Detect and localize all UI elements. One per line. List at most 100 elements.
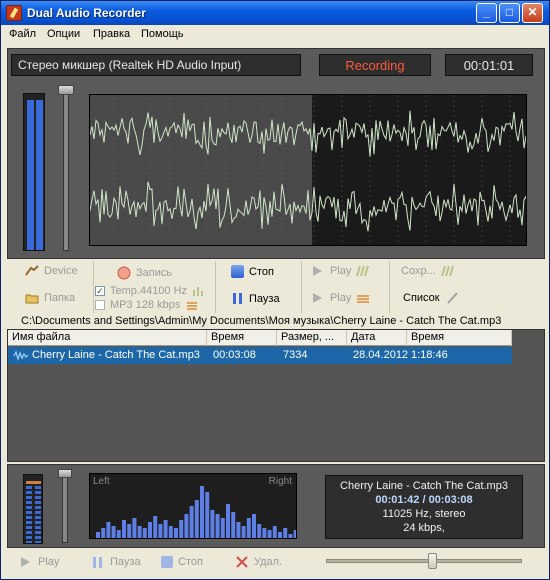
track-title: Cherry Laine - Catch The Cat.mp3 (340, 480, 508, 492)
record-button[interactable]: Запись (117, 266, 172, 280)
play-icon (21, 557, 30, 567)
list-arrow-icon (446, 292, 458, 304)
close-button[interactable]: ✕ (522, 3, 543, 23)
list-button[interactable]: Список (403, 292, 459, 304)
menu-help[interactable]: Помощь (141, 28, 184, 40)
input-volume-knob[interactable] (58, 85, 74, 95)
folder-button[interactable]: Папка (25, 292, 75, 304)
pause-button[interactable]: Пауза (231, 292, 280, 305)
timer-display: 00:01:01 (445, 54, 533, 76)
spectrum-bar (205, 492, 210, 538)
spectrum-bar (226, 504, 230, 538)
format-temp-option[interactable]: ✓ Temp.44100 Hz (95, 285, 206, 297)
format-temp-checkbox[interactable]: ✓ (95, 286, 105, 296)
separator (215, 261, 216, 313)
player-pause-button[interactable]: Пауза (91, 556, 141, 568)
output-volume-knob[interactable] (58, 469, 72, 478)
spectrum-bar (116, 530, 121, 538)
device-button[interactable]: Device (25, 265, 78, 277)
minimize-button[interactable]: _ (476, 3, 497, 23)
play-icon (313, 266, 322, 276)
spectrum-bar (96, 532, 100, 538)
input-volume-slider[interactable] (63, 91, 69, 251)
spectrum-bar (179, 520, 184, 538)
source-display[interactable]: Стерео микшер (Realtek HD Audio Input) (11, 54, 301, 76)
track-position: 00:01:42 / 00:03:08 (375, 494, 473, 506)
spectrum-bar (210, 510, 215, 538)
maximize-button[interactable]: □ (499, 3, 520, 23)
waveform-highlight (90, 95, 312, 245)
spectrum-bar (153, 516, 158, 538)
spectrum-bar (200, 486, 204, 538)
cell-name: Cherry Laine - Catch The Cat.mp3 (32, 349, 200, 361)
peak-indicator (26, 481, 41, 484)
separator (93, 261, 94, 313)
spectrum-bar (293, 530, 296, 538)
stop-icon (231, 265, 244, 278)
format-mp3-checkbox[interactable] (95, 300, 105, 310)
output-volume-slider[interactable] (62, 469, 68, 543)
spectrum-bar (111, 526, 116, 538)
input-level-meter (23, 93, 45, 251)
output-level-left (26, 481, 32, 543)
spectrum-bar (148, 522, 152, 538)
recorder-controls: Device Папка Запись ✓ Temp.44100 Hz MP3 … (7, 259, 545, 315)
record-icon (117, 266, 131, 280)
spectrum-analyzer: Left Right (89, 473, 297, 539)
app-window: Dual Audio Recorder _ □ ✕ Файл Опции Пра… (0, 0, 550, 580)
delete-icon (236, 556, 248, 568)
seek-knob[interactable] (427, 553, 437, 569)
column-header-date[interactable]: Дата (347, 330, 407, 346)
spectrum-bar (189, 506, 194, 538)
menu-file[interactable]: Файл (9, 28, 36, 40)
folder-icon (25, 294, 39, 304)
stop-button[interactable]: Стоп (231, 265, 274, 278)
spectrum-bar (241, 526, 246, 538)
cell-date: 28.04.2012 (353, 349, 409, 361)
player-stop-button[interactable]: Стоп (161, 556, 203, 568)
spectrum-bar (163, 520, 168, 538)
spectrum-bar (194, 500, 199, 538)
menu-bar: Файл Опции Правка Помощь (1, 25, 549, 44)
file-list[interactable]: Имя файла Время Размер, ... Дата Время C… (7, 329, 545, 462)
column-header-name[interactable]: Имя файла (8, 330, 207, 346)
menu-edit[interactable]: Правка (93, 28, 130, 40)
menu-options[interactable]: Опции (47, 28, 80, 40)
column-header-size[interactable]: Размер, ... (277, 330, 347, 346)
play-file-button[interactable]: Play (311, 292, 370, 304)
spectrum-right-label: Right (268, 476, 292, 487)
spectrum-bar (272, 526, 277, 538)
save-button[interactable]: Сохр... (401, 265, 455, 277)
play-record-button[interactable]: Play (311, 265, 370, 277)
waveform-display (89, 94, 527, 246)
track-info: Cherry Laine - Catch The Cat.mp3 00:01:4… (325, 475, 523, 539)
waveform-graphic (90, 95, 526, 245)
cell-time: 1:18:46 (411, 349, 448, 361)
title-bar[interactable]: Dual Audio Recorder _ □ ✕ (1, 1, 549, 25)
spectrum-bar (174, 528, 178, 538)
spectrum-bar (106, 522, 111, 538)
player-delete-button[interactable]: Удал. (235, 556, 282, 568)
seek-slider[interactable] (326, 559, 522, 563)
spectrum-left-label: Left (93, 476, 110, 487)
spectrum-bar (246, 518, 251, 538)
table-row[interactable]: Cherry Laine - Catch The Cat.mp3 00:03:0… (8, 347, 512, 364)
spectrum-bar (267, 530, 272, 538)
spectrum-graphic (96, 486, 296, 538)
play-icon (313, 293, 322, 303)
spectrum-bar (142, 528, 147, 538)
app-icon (6, 5, 22, 21)
spectrum-bar (137, 526, 142, 538)
spectrum-bar (236, 522, 241, 538)
output-level-meter (23, 474, 43, 544)
spectrum-bar (122, 520, 126, 538)
level-bar-left (27, 100, 34, 250)
format-mp3-option[interactable]: MP3 128 kbps (95, 299, 199, 311)
spectrum-bar (262, 528, 267, 538)
column-header-time[interactable]: Время (407, 330, 512, 346)
spectrum-bar (158, 524, 163, 538)
column-header-duration[interactable]: Время (207, 330, 277, 346)
device-icon (25, 265, 39, 276)
player-controls: Play Пауза Стоп Удал. (7, 550, 545, 578)
player-play-button[interactable]: Play (19, 556, 59, 568)
